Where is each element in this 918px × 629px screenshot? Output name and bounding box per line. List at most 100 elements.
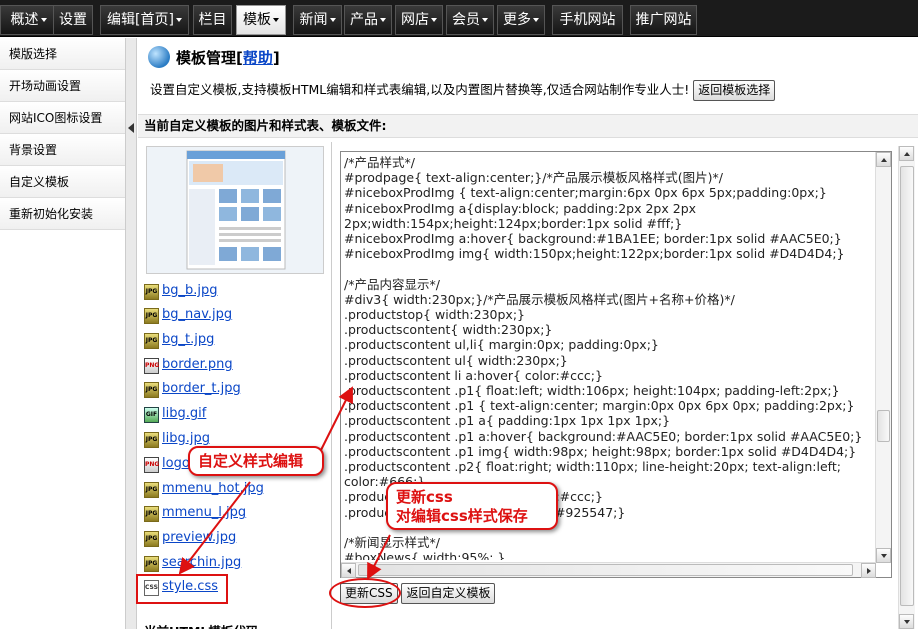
editor-vertical-scrollbar[interactable] [875, 152, 891, 563]
nav-label: 设置 [59, 12, 87, 28]
sidebar-item-intro-animation[interactable]: 开场动画设置 [0, 70, 125, 102]
file-link[interactable]: border.png [162, 357, 233, 372]
scroll-up-button[interactable] [899, 146, 914, 161]
nav-label: 概述 [10, 12, 39, 28]
nav-label: 手机网站 [559, 12, 616, 28]
file-link[interactable]: preview.jpg [162, 530, 236, 545]
jpg-file-icon: JPG [144, 432, 159, 448]
file-link[interactable]: bg_b.jpg [162, 283, 218, 298]
scroll-thumb[interactable] [877, 410, 890, 442]
update-css-highlight [329, 578, 401, 608]
file-link[interactable]: libg.jpg [162, 431, 210, 446]
template-preview-thumbnail[interactable] [146, 146, 324, 274]
sidebar-item-background[interactable]: 背景设置 [0, 134, 125, 166]
jpg-file-icon: JPG [144, 308, 159, 324]
column-divider [331, 142, 332, 629]
nav-label: 产品 [350, 12, 378, 28]
nav-columns[interactable]: 栏目 [193, 5, 232, 35]
arrow-down-icon [904, 620, 910, 624]
sidebar-item-template-select[interactable]: 模版选择 [0, 38, 125, 70]
nav-label: 新闻 [299, 12, 328, 28]
file-link[interactable]: mmenu_hot.jpg [162, 481, 264, 496]
back-to-template-select-button[interactable]: 返回模板选择 [693, 80, 776, 101]
file-link[interactable]: mmenu_l.jpg [162, 505, 246, 520]
nav-products[interactable]: 产品 [344, 5, 392, 35]
top-navigation-bar: 概述 设置 编辑[首页] 栏目 模板 新闻 产品 网店 会员 更多 手机网站 推… [0, 0, 918, 37]
file-link[interactable]: bg_nav.jpg [162, 307, 232, 322]
png-file-icon: PNG [144, 358, 159, 374]
nav-shop[interactable]: 网店 [395, 5, 443, 35]
nav-label: 栏目 [198, 12, 227, 28]
jpg-file-icon: JPG [144, 333, 159, 349]
scroll-thumb[interactable] [900, 166, 914, 606]
chevron-left-icon [128, 123, 134, 133]
chevron-down-icon [175, 18, 182, 22]
arrow-down-icon [881, 554, 887, 558]
editor-horizontal-scrollbar[interactable] [341, 562, 876, 578]
chevron-down-icon [533, 18, 539, 22]
html-template-label: 当前HTML模板代码: [144, 621, 263, 629]
nav-overview[interactable]: 概述 [0, 5, 57, 35]
description-text: 设置自定义模板,支持模板HTML编辑和样式表编辑,以及内置图片替换等,仅适合网站… [150, 82, 690, 97]
png-file-icon: PNG [144, 457, 159, 473]
file-link[interactable]: bg_t.jpg [162, 332, 214, 347]
nav-promote-site[interactable]: 推广网站 [630, 5, 697, 35]
sidebar-collapse-handle[interactable] [126, 38, 137, 629]
file-link[interactable]: searchin.jpg [162, 555, 241, 570]
scroll-down-button[interactable] [876, 548, 891, 563]
sidebar-item-label: 开场动画设置 [9, 79, 82, 93]
chevron-down-icon [482, 18, 488, 22]
sidebar-item-custom-template[interactable]: 自定义模板 [0, 166, 125, 198]
nav-label: 模板 [243, 12, 271, 28]
sidebar-item-label: 重新初始化安装 [9, 207, 94, 221]
nav-settings[interactable]: 设置 [53, 5, 93, 35]
scroll-thumb[interactable] [358, 564, 853, 576]
sidebar-item-favicon[interactable]: 网站ICO图标设置 [0, 102, 125, 134]
page-vertical-scrollbar[interactable] [898, 146, 915, 629]
arrow-right-icon [867, 568, 871, 574]
section-title: 当前自定义模板的图片和样式表、模板文件: [138, 114, 918, 138]
sidebar-item-reinstall[interactable]: 重新初始化安装 [0, 198, 125, 230]
help-link[interactable]: 帮助 [243, 49, 273, 67]
chevron-down-icon [380, 18, 386, 22]
arrow-left-icon [347, 568, 351, 574]
description-row: 设置自定义模板,支持模板HTML编辑和样式表编辑,以及内置图片替换等,仅适合网站… [150, 80, 776, 102]
scroll-down-button[interactable] [899, 614, 914, 629]
callout-line: 更新css [396, 488, 453, 506]
scroll-right-button[interactable] [861, 563, 876, 578]
chevron-down-icon [273, 18, 279, 22]
nav-label: 网店 [401, 12, 429, 28]
arrow-up-icon [904, 152, 910, 156]
nav-label: 推广网站 [635, 12, 692, 28]
sidebar-item-label: 模版选择 [9, 47, 58, 61]
chevron-down-icon [329, 18, 336, 22]
nav-mobile-site[interactable]: 手机网站 [552, 5, 623, 35]
chevron-down-icon [431, 18, 437, 22]
nav-templates[interactable]: 模板 [236, 5, 286, 35]
main-content: 模板管理[帮助] 设置自定义模板,支持模板HTML编辑和样式表编辑,以及内置图片… [138, 38, 918, 629]
preview-image [186, 150, 286, 270]
file-link[interactable]: libg.gif [162, 406, 206, 421]
callout-update-css: 更新css 对编辑css样式保存 [386, 482, 558, 530]
back-to-custom-template-button[interactable]: 返回自定义模板 [401, 583, 496, 604]
template-icon [148, 46, 170, 68]
nav-news[interactable]: 新闻 [293, 5, 342, 35]
jpg-file-icon: JPG [144, 382, 159, 398]
arrow-up-icon [881, 158, 887, 162]
nav-label: 更多 [503, 12, 531, 28]
chevron-down-icon [40, 18, 47, 22]
page-title-text: 模板管理 [176, 49, 237, 67]
callout-line: 对编辑css样式保存 [396, 507, 528, 525]
scroll-left-button[interactable] [341, 563, 356, 578]
nav-edit-home[interactable]: 编辑[首页] [100, 5, 189, 35]
nav-more[interactable]: 更多 [497, 5, 545, 35]
nav-members[interactable]: 会员 [446, 5, 494, 35]
sidebar-item-label: 自定义模板 [9, 175, 70, 189]
jpg-file-icon: JPG [144, 556, 159, 572]
scroll-up-button[interactable] [876, 152, 891, 167]
file-link[interactable]: border_t.jpg [162, 381, 241, 396]
gif-file-icon: GIF [144, 407, 159, 423]
bracket: ] [272, 49, 280, 67]
jpg-file-icon: JPG [144, 284, 159, 300]
jpg-file-icon: JPG [144, 531, 159, 547]
